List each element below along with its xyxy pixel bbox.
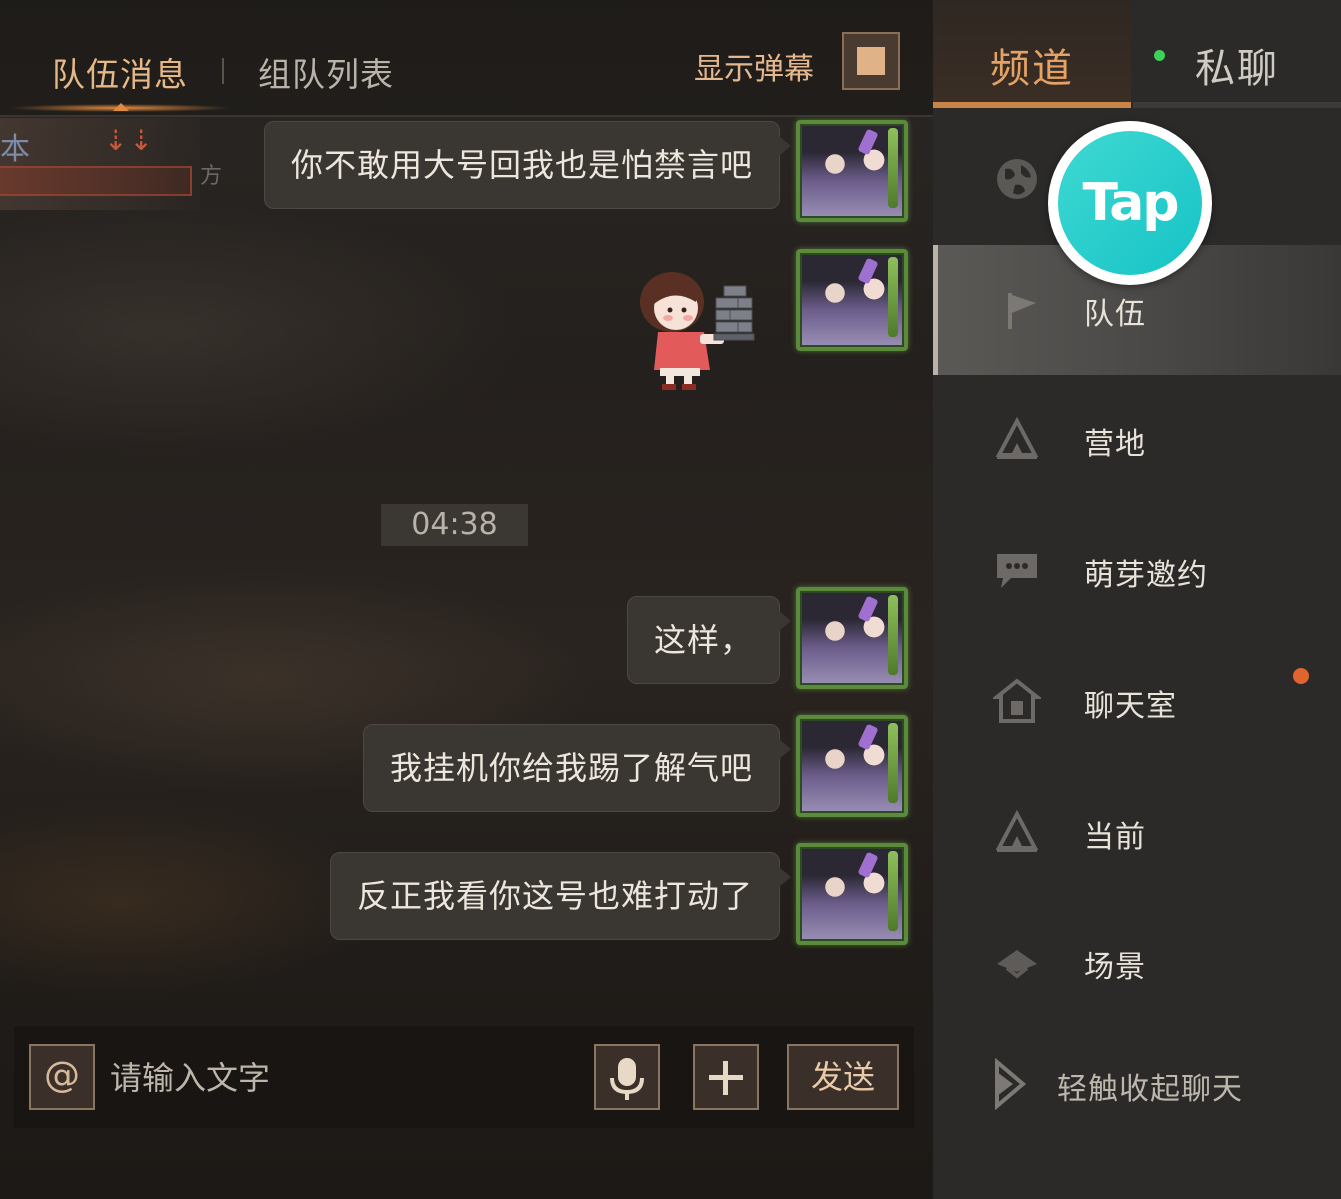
channel-label: 聊天室 [1084, 689, 1177, 724]
tap-logo-text: Tap [1058, 131, 1202, 275]
camp-icon [995, 809, 1039, 852]
collapse-chat-arrow-icon[interactable] [993, 1058, 1027, 1110]
message-bubble[interactable]: 反正我看你这号也难打动了 [329, 852, 792, 940]
chat-header: 队伍消息 组队列表 显示弹幕 [0, 0, 933, 117]
message-timestamp: 04:38 [381, 504, 528, 546]
voice-input-button[interactable] [594, 1044, 660, 1110]
flag-icon [1008, 293, 1036, 329]
scene-icon [997, 950, 1037, 979]
avatar[interactable] [796, 843, 908, 945]
tap-logo: Tap [1048, 121, 1212, 285]
message-bubble[interactable]: 我挂机你给我踢了解气吧 [362, 724, 792, 812]
channel-label: 队伍 [1084, 297, 1146, 332]
sticker-girl-carrying-bricks[interactable] [630, 262, 756, 392]
tab-team-messages[interactable]: 队伍消息 [52, 48, 188, 96]
chat-text-input[interactable] [108, 1046, 582, 1110]
avatar[interactable] [796, 715, 908, 817]
game-hud-fragment: 本 [0, 132, 30, 167]
tab-divider [222, 58, 224, 84]
avatar[interactable] [796, 587, 908, 689]
channel-item-current[interactable]: 当前 [933, 768, 1341, 898]
channel-item-scene[interactable]: 场景 [933, 898, 1341, 1028]
danmaku-toggle-checkbox[interactable] [842, 32, 900, 90]
camp-icon [995, 416, 1039, 459]
channel-label: 营地 [1084, 427, 1146, 462]
channel-item-sprout-invite[interactable]: 萌芽邀约 [933, 506, 1341, 636]
channel-item-chatroom[interactable]: 聊天室 [933, 637, 1341, 767]
tab-channel[interactable]: 频道 [933, 0, 1131, 108]
microphone-icon [610, 1058, 644, 1100]
chat-panel: 本 方 ⇣⇣ 队伍消息 组队列表 显示弹幕 你不敢用大号回我也是怕禁言吧 04:… [0, 0, 933, 1199]
channel-label: 萌芽邀约 [1084, 558, 1208, 593]
danmaku-label: 显示弹幕 [694, 52, 814, 87]
plus-icon [723, 1061, 728, 1095]
down-arrows-icon: ⇣⇣ [104, 124, 155, 157]
game-hud-fragment: 方 [200, 164, 223, 189]
avatar[interactable] [796, 120, 908, 222]
message-bubble[interactable]: 你不敢用大号回我也是怕禁言吧 [263, 121, 792, 209]
tab-team-list[interactable]: 组队列表 [258, 48, 394, 96]
add-attachment-button[interactable] [693, 1044, 759, 1110]
game-hud-bar [0, 166, 192, 196]
channel-label: 当前 [1084, 820, 1146, 855]
globe-icon [997, 159, 1037, 199]
active-tab-notch [113, 103, 129, 111]
mention-button[interactable]: @ [29, 1044, 95, 1110]
avatar[interactable] [796, 249, 908, 351]
house-icon [993, 678, 1041, 723]
message-bubble[interactable]: 这样， [626, 596, 792, 684]
channel-item-camp[interactable]: 营地 [933, 375, 1341, 505]
chat-bubble-icon [997, 554, 1037, 588]
game-hud-strip [0, 118, 200, 210]
checkbox-fill [857, 47, 885, 75]
collapse-chat-button[interactable]: 轻触收起聊天 [1057, 1064, 1243, 1108]
send-button[interactable]: 发送 [787, 1044, 899, 1110]
channel-label: 场景 [1084, 950, 1146, 985]
chat-input-bar: @ 发送 [14, 1026, 914, 1128]
online-status-dot [1154, 50, 1165, 61]
unread-dot [1293, 668, 1309, 684]
